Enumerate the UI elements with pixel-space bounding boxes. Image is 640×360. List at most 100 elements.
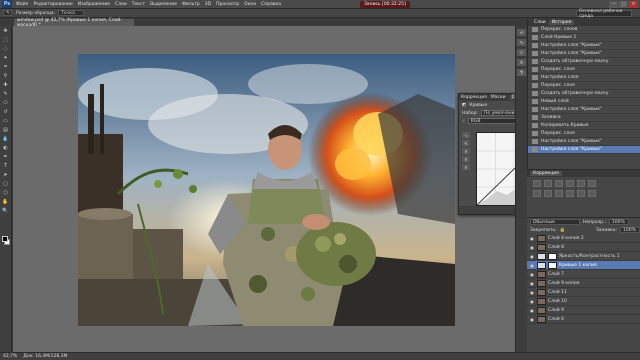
invert-icon[interactable] [577,190,585,197]
3d-tool-icon[interactable]: ⬡ [1,189,11,197]
layer-row[interactable]: ● Слой 11 [527,288,640,297]
color-balance-icon[interactable] [533,190,541,197]
history-item[interactable]: Настройка слоя "Кривые" [528,42,640,50]
adjustments-title[interactable]: Коррекция [530,171,562,176]
channel-mixer-icon[interactable] [566,190,574,197]
eye-icon[interactable]: ● [529,263,535,268]
eyedropper-tool-icon[interactable]: ⚲ [1,72,11,80]
menu-image[interactable]: Изображение [78,2,110,7]
hand-adjust-icon[interactable]: ☝ [462,119,465,124]
eye-icon[interactable]: ● [529,236,535,241]
dodge-tool-icon[interactable]: ◐ [1,144,11,152]
history-item[interactable]: Перерис. слоя [528,130,640,138]
zoom-level[interactable]: 42,7% [3,354,17,359]
history-item[interactable]: Копировать Кривые [528,122,640,130]
layer-row[interactable]: ● Слой 8 [527,243,640,252]
clone-source-icon[interactable]: ⎔ [517,49,526,56]
tab-layers[interactable]: Слои [531,20,549,25]
hue-saturation-icon[interactable] [588,180,596,187]
zoom-tool-icon[interactable]: 🔍 [1,207,11,215]
foreground-color-swatch[interactable] [2,236,8,242]
eye-icon[interactable]: ● [529,308,535,313]
eraser-tool-icon[interactable]: ▭ [1,117,11,125]
move-tool-icon[interactable]: ✥ [1,27,11,35]
eye-icon[interactable]: ● [529,245,535,250]
lock-icon[interactable]: 🔒 [560,228,566,233]
layer-row[interactable]: ● Кривые 1 копия [527,261,640,270]
menu-filter[interactable]: Фильтр [182,2,200,7]
marquee-tool-icon[interactable]: ⬚ [1,36,11,44]
layer-row[interactable]: ● Слой 7 [527,270,640,279]
canvas-area[interactable] [13,26,515,352]
lasso-tool-icon[interactable]: ◌ [1,45,11,53]
history-item[interactable]: Заливка [528,114,640,122]
gradient-map-icon[interactable] [588,190,596,197]
pencil-curve-icon[interactable]: ✎ [462,140,470,146]
history-item[interactable]: Настройка слоя "Кривые" [528,146,640,154]
brightness-contrast-icon[interactable] [533,180,541,187]
eye-icon[interactable]: ● [529,317,535,322]
workspace-select[interactable]: Основная рабочая среда [576,9,632,19]
history-panel-icon[interactable]: ⟲ [517,29,526,36]
eye-icon[interactable]: ● [529,290,535,295]
character-panel-icon[interactable]: A [517,59,526,66]
menu-edit[interactable]: Редактирование [33,2,72,7]
history-item[interactable]: Настройка слоя "Кривые" [528,50,640,58]
history-item[interactable]: Слой Кривые 1 [528,34,640,42]
stamp-tool-icon[interactable]: ⎔ [1,99,11,107]
layer-mask-thumbnail[interactable] [548,261,557,269]
document-image[interactable] [78,54,455,326]
tab-masks[interactable]: Маски [491,95,506,100]
menu-window[interactable]: Окно [244,2,256,7]
shape-tool-icon[interactable]: ▢ [1,180,11,188]
menu-select[interactable]: Выделение [150,2,177,7]
menu-file[interactable]: Файл [16,2,28,7]
black-eyedropper-icon[interactable]: ⚲ [462,148,470,154]
layer-row[interactable]: ● Слой 9 [527,306,640,315]
document-tab[interactable]: window.psd @ 42,7% (Кривые 1 копия, Слой… [14,18,134,28]
fill-field[interactable]: 100% [620,227,640,233]
opacity-field[interactable]: 100% [608,219,629,225]
menu-view[interactable]: Просмотр [216,2,239,7]
history-item[interactable]: Перерис. слоев [528,26,640,34]
minimize-button[interactable]: — [609,1,618,8]
curves-adj-icon[interactable] [555,180,563,187]
layer-row[interactable]: ● Яркость/Контрастность 1 [527,252,640,261]
history-item[interactable]: Настройка слоя [528,74,640,82]
menu-type[interactable]: Текст [132,2,145,7]
layer-mask-thumbnail[interactable] [548,252,557,260]
gradient-tool-icon[interactable]: ▤ [1,126,11,134]
blend-mode-select[interactable]: Обычные [530,219,580,225]
history-item[interactable]: Настройка слоя "Кривые" [528,138,640,146]
type-tool-icon[interactable]: T [1,162,11,170]
photo-filter-icon[interactable] [555,190,563,197]
levels-icon[interactable] [544,180,552,187]
history-item[interactable]: Создать обтравочную маску [528,90,640,98]
pen-tool-icon[interactable]: ✒ [1,153,11,161]
history-brush-icon[interactable]: ↺ [1,108,11,116]
sample-size-select[interactable]: Точка [58,10,85,16]
layer-row[interactable]: ● Слой 6 [527,315,640,324]
hand-tool-icon[interactable]: ✋ [1,198,11,206]
history-item[interactable]: Создать обтравочную маску [528,58,640,66]
menu-3d[interactable]: 3D [205,2,211,7]
history-item[interactable]: Настройка слоя "Кривые" [528,106,640,114]
gray-eyedropper-icon[interactable]: ⚲ [462,156,470,162]
history-item[interactable]: Перерис. слоя [528,66,640,74]
eye-icon[interactable]: ● [529,254,535,259]
path-select-icon[interactable]: ➤ [1,171,11,179]
vibrance-icon[interactable] [577,180,585,187]
tool-preset-picker[interactable]: ✎ [3,10,12,16]
paragraph-panel-icon[interactable]: ¶ [517,69,526,76]
eye-icon[interactable]: ● [529,281,535,286]
blur-tool-icon[interactable]: 💧 [1,135,11,143]
healing-tool-icon[interactable]: ✚ [1,81,11,89]
crop-tool-icon[interactable]: ⌗ [1,63,11,71]
exposure-icon[interactable] [566,180,574,187]
layer-row[interactable]: ● Слой 8 копия 2 [527,234,640,243]
layer-row[interactable]: ● Слой 10 [527,297,640,306]
brush-tool-icon[interactable]: ✎ [1,90,11,98]
menu-help[interactable]: Справка [261,2,281,7]
brush-panel-icon[interactable]: ✎ [517,39,526,46]
tab-history[interactable]: История [548,20,575,25]
